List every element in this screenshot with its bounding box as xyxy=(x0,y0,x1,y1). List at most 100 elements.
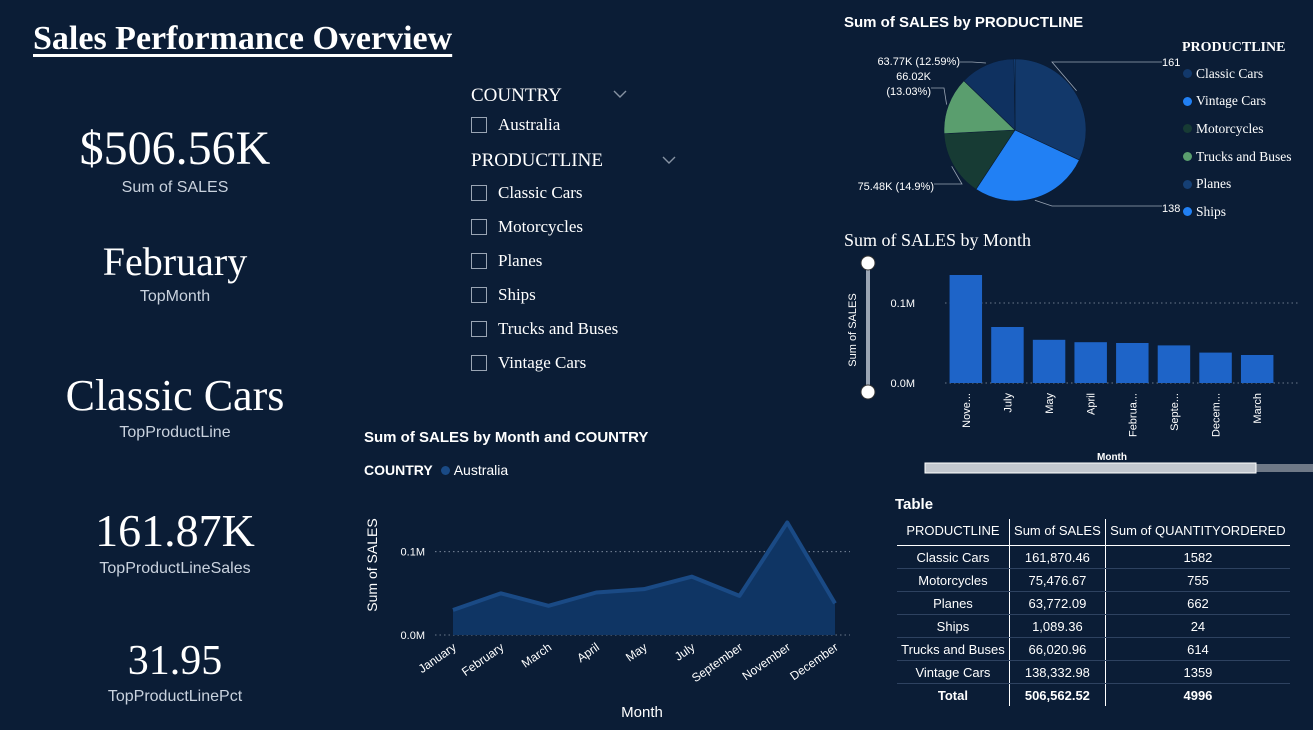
pie-chart-title: Sum of SALES by PRODUCTLINE xyxy=(844,14,1084,31)
kpi-top-productline-sales: 161.87K TopProductLineSales xyxy=(20,508,330,578)
checkbox[interactable] xyxy=(471,185,487,201)
kpi-label: Sum of SALES xyxy=(121,179,229,196)
cell: 614 xyxy=(1104,637,1290,661)
kpi-top-productline-pct: 31.95 TopProductLinePct xyxy=(20,640,330,706)
productline-option[interactable]: Motorcycles xyxy=(471,217,583,237)
x-tick-label: April xyxy=(574,640,602,665)
pie-data-label: 63.77K (12.59%) xyxy=(877,56,960,68)
x-tick-label: February xyxy=(459,640,506,679)
legend-dot xyxy=(1183,69,1192,79)
legend-label: Ships xyxy=(1196,203,1227,219)
option-label: Motorcycles xyxy=(498,217,583,236)
column-header[interactable]: PRODUCTLINE xyxy=(897,519,1010,546)
checkbox[interactable] xyxy=(471,253,487,269)
legend-label: Trucks and Buses xyxy=(1196,148,1292,164)
productline-slicer-title: PRODUCTLINE xyxy=(471,150,603,171)
bar[interactable] xyxy=(1032,339,1066,383)
chevron-down-icon[interactable] xyxy=(661,155,677,165)
bar[interactable] xyxy=(1199,352,1232,383)
legend-item[interactable]: Ships xyxy=(1183,198,1313,226)
legend-item[interactable]: Trucks and Buses xyxy=(1183,143,1313,171)
productline-option[interactable]: Ships xyxy=(471,285,536,305)
pie-data-label: 66.02K xyxy=(896,71,932,83)
option-label: Australia xyxy=(498,115,561,134)
kpi-label: TopProductLine xyxy=(119,424,231,441)
x-tick-label: Septe... xyxy=(1169,393,1181,431)
option-label: Ships xyxy=(498,285,536,304)
bar[interactable] xyxy=(1116,343,1149,383)
pie-leader-line xyxy=(1034,199,1162,207)
bar[interactable] xyxy=(1157,345,1191,383)
cell: 755 xyxy=(1104,568,1290,592)
table-row: Ships 1,089.36 24 xyxy=(897,614,1290,638)
checkbox[interactable] xyxy=(471,287,487,303)
legend-item[interactable]: Classic Cars xyxy=(1183,60,1313,88)
productline-option[interactable]: Planes xyxy=(471,251,542,271)
area-legend-title: COUNTRY xyxy=(364,462,433,478)
kpi-value: $506.56K xyxy=(79,122,271,175)
legend-label: Vintage Cars xyxy=(1196,93,1267,109)
checkbox[interactable] xyxy=(471,219,487,235)
legend-item[interactable]: Vintage Cars xyxy=(1183,88,1313,116)
legend-label: Australia xyxy=(453,462,509,478)
column-header[interactable]: Sum of QUANTITYORDERED xyxy=(1104,519,1290,546)
productline-option[interactable]: Trucks and Buses xyxy=(471,319,618,339)
country-option-australia[interactable]: Australia xyxy=(471,115,560,135)
x-tick-label: September xyxy=(689,640,745,685)
x-tick-label: January xyxy=(416,640,459,676)
productline-option[interactable]: Classic Cars xyxy=(471,183,583,203)
bar[interactable] xyxy=(1074,342,1107,383)
x-tick-label: April xyxy=(1086,393,1098,415)
cell: 1,089.36 xyxy=(1008,614,1106,638)
option-label: Classic Cars xyxy=(498,183,583,202)
kpi-top-month: February TopMonth xyxy=(20,242,330,306)
cell: 1359 xyxy=(1104,660,1290,684)
kpi-label: TopMonth xyxy=(139,288,211,305)
y-tick-label: 0.1M xyxy=(401,547,425,559)
cell: 75,476.67 xyxy=(1008,568,1106,592)
option-label: Trucks and Buses xyxy=(498,319,619,338)
cell: 63,772.09 xyxy=(1008,591,1106,615)
kpi-label: TopProductLineSales xyxy=(99,560,251,577)
x-tick-label: March xyxy=(519,640,554,671)
slider-handle-bottom[interactable] xyxy=(860,384,876,400)
table-row: Motorcycles 75,476.67 755 xyxy=(897,568,1290,592)
kpi-value: February xyxy=(102,239,248,284)
bar[interactable] xyxy=(991,327,1024,383)
area-legend: COUNTRY Australia xyxy=(364,462,508,478)
bar[interactable] xyxy=(1240,355,1274,383)
pie-leader-line xyxy=(931,87,947,105)
checkbox[interactable] xyxy=(471,355,487,371)
pie-data-label: (13.03%) xyxy=(886,86,931,98)
legend-dot xyxy=(1183,179,1192,189)
legend-item[interactable]: Motorcycles xyxy=(1183,115,1313,143)
legend-label: Classic Cars xyxy=(1196,65,1264,81)
column-header[interactable]: Sum of SALES xyxy=(1008,519,1106,546)
option-label: Vintage Cars xyxy=(498,353,587,372)
bar-chart: Sum of SALES 0.0M 0.1M Nove... July May April F… xyxy=(847,255,1313,474)
pie-legend: Classic Cars Vintage Cars Motorcycles Truck… xyxy=(1183,60,1313,226)
chevron-down-icon[interactable] xyxy=(612,89,628,99)
table-row: Trucks and Buses 66,020.96 614 xyxy=(897,637,1290,661)
cell: 506,562.52 xyxy=(1008,683,1106,706)
legend-dot xyxy=(1183,152,1192,162)
checkbox[interactable] xyxy=(471,321,487,337)
x-tick-label: July xyxy=(1002,393,1014,413)
pie-legend-title: PRODUCTLINE xyxy=(1182,40,1286,55)
productline-option[interactable]: Vintage Cars xyxy=(471,353,586,373)
x-tick-label: Nove... xyxy=(961,393,973,428)
y-tick-label: 0.0M xyxy=(891,378,915,390)
kpi-label: TopProductLinePct xyxy=(107,688,243,705)
scrollbar-thumb[interactable] xyxy=(924,462,1257,474)
x-tick-label: Decem... xyxy=(1211,393,1223,437)
slider-handle-top[interactable] xyxy=(860,255,876,271)
bar[interactable] xyxy=(949,275,983,383)
legend-dot xyxy=(1183,124,1192,134)
x-axis-label: Month xyxy=(621,704,663,721)
legend-item[interactable]: Planes xyxy=(1183,170,1313,198)
y-tick-label: 0.0M xyxy=(401,630,425,642)
x-tick-label: July xyxy=(672,640,698,664)
cell: 66,020.96 xyxy=(1008,637,1106,661)
pie-data-label: 138.33K (27.31%) xyxy=(1162,203,1180,215)
checkbox[interactable] xyxy=(471,117,487,133)
